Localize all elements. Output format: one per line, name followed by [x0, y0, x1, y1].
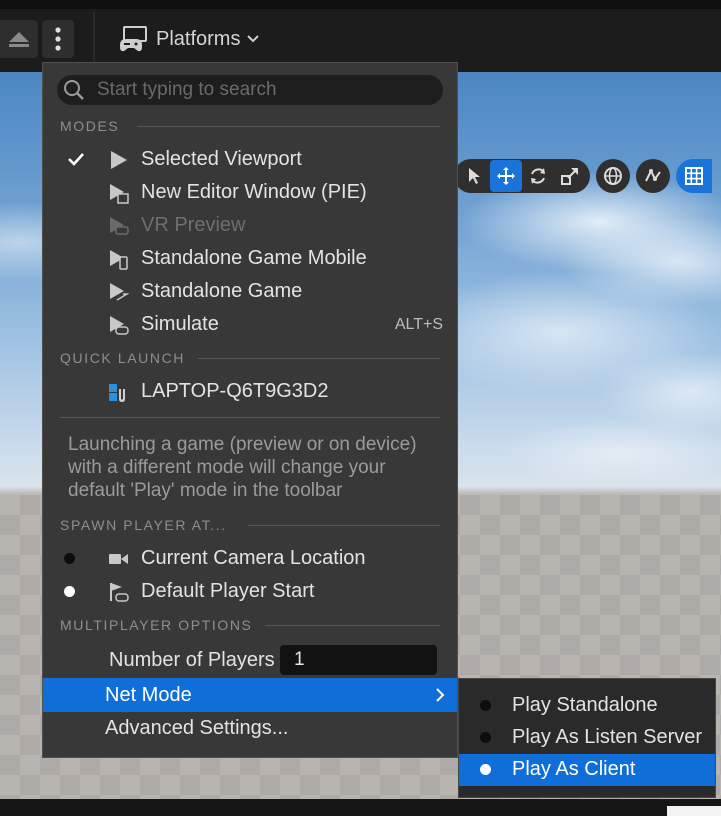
spawn-current-camera[interactable]: Current Camera Location — [43, 542, 457, 575]
mode-selected-viewport[interactable]: Selected Viewport — [43, 143, 457, 176]
shortcut-label: ALT+S — [394, 316, 443, 333]
spawn-label: Current Camera Location — [141, 547, 366, 569]
section-divider — [248, 525, 440, 526]
check-icon — [68, 153, 84, 166]
play-mobile-icon — [110, 250, 128, 270]
translate-icon — [497, 167, 515, 185]
radio-selected-icon — [64, 586, 75, 597]
mode-label: Selected Viewport — [141, 148, 302, 170]
grid-snap-icon — [685, 167, 703, 185]
surface-snapping-button[interactable] — [636, 159, 670, 193]
mode-simulate[interactable]: Simulate ALT+S — [43, 308, 457, 341]
mode-standalone-game[interactable]: Standalone Game — [43, 275, 457, 308]
section-modes-heading: MODES — [60, 118, 120, 134]
toolbar-separator — [93, 12, 95, 64]
title-strip — [0, 0, 721, 9]
player-start-icon — [110, 583, 129, 602]
section-spawn-heading: SPAWN PLAYER AT... — [60, 517, 227, 533]
net-mode-submenu: Play Standalone Play As Listen Server Pl… — [458, 678, 716, 798]
rotate-tool-button[interactable] — [522, 160, 554, 192]
mode-label: New Editor Window (PIE) — [141, 181, 367, 203]
net-mode-option-label: Play As Listen Server — [512, 726, 703, 748]
search-icon — [64, 80, 84, 100]
menu-divider — [60, 417, 440, 418]
net-mode-label: Net Mode — [105, 684, 192, 706]
viewport-transform-toolbar — [454, 159, 712, 193]
platforms-label: Platforms — [156, 27, 241, 50]
section-divider — [198, 358, 440, 359]
platforms-button[interactable]: Platforms — [118, 22, 260, 56]
chevron-right-icon — [436, 688, 445, 702]
net-mode-item[interactable]: Net Mode — [43, 678, 457, 712]
transform-tool-group — [454, 159, 590, 193]
windows-device-icon — [109, 384, 125, 402]
mode-vr-preview[interactable]: VR Preview — [43, 209, 457, 242]
eject-button[interactable] — [0, 20, 38, 58]
mode-standalone-mobile[interactable]: Standalone Game Mobile — [43, 242, 457, 275]
radio-unselected-icon — [64, 553, 75, 564]
section-divider — [265, 625, 440, 626]
scale-tool-button[interactable] — [554, 160, 586, 192]
translate-tool-button[interactable] — [490, 160, 522, 192]
status-bar-widget[interactable] — [667, 806, 721, 816]
world-local-icon — [604, 167, 622, 185]
number-of-players-label: Number of Players — [109, 649, 275, 671]
spawn-label: Default Player Start — [141, 580, 315, 602]
mode-label: Simulate — [141, 313, 219, 335]
bottom-status-bar — [0, 799, 721, 816]
section-quick-launch-heading: QUICK LAUNCH — [60, 350, 185, 366]
play-new-window-icon — [110, 184, 129, 204]
number-of-players-input[interactable] — [280, 645, 437, 675]
radio-unselected-icon — [480, 700, 491, 711]
advanced-settings-item[interactable]: Advanced Settings... — [105, 717, 288, 740]
radio-selected-icon — [480, 764, 491, 775]
scale-icon — [561, 168, 578, 185]
surface-snapping-icon — [645, 168, 661, 182]
mode-label: Standalone Game — [141, 280, 303, 302]
search-placeholder: Start typing to search — [97, 79, 277, 100]
net-mode-option-label: Play As Client — [512, 758, 636, 780]
net-mode-option-label: Play Standalone — [512, 694, 658, 716]
mode-label: VR Preview — [141, 214, 246, 236]
eject-icon — [9, 32, 29, 47]
net-mode-play-standalone[interactable]: Play Standalone — [459, 690, 715, 722]
spawn-default-player-start[interactable]: Default Player Start — [43, 575, 457, 608]
net-mode-play-as-client[interactable]: Play As Client — [459, 754, 715, 786]
radio-unselected-icon — [480, 732, 491, 743]
simulate-icon — [110, 316, 129, 335]
section-multiplayer-heading: MULTIPLAYER OPTIONS — [60, 617, 253, 633]
info-text: Launching a game (preview or on device) … — [68, 434, 417, 501]
platforms-gamepad-icon — [120, 26, 147, 52]
rotate-icon — [531, 168, 545, 184]
play-standalone-icon — [110, 283, 129, 301]
world-local-button[interactable] — [596, 159, 630, 193]
section-divider — [137, 126, 440, 127]
more-options-icon — [55, 27, 61, 51]
more-options-button[interactable] — [42, 20, 74, 58]
menu-search-field[interactable]: Start typing to search — [57, 75, 443, 105]
play-options-menu: Start typing to search MODES Selected Vi… — [42, 62, 458, 758]
play-icon — [111, 151, 127, 169]
net-mode-play-as-listen-server[interactable]: Play As Listen Server — [459, 722, 715, 754]
camera-icon — [109, 554, 128, 564]
mode-label: Standalone Game Mobile — [141, 247, 367, 269]
quick-launch-device[interactable]: LAPTOP-Q6T9G3D2 — [43, 375, 457, 408]
mode-new-editor-window[interactable]: New Editor Window (PIE) — [43, 176, 457, 209]
select-tool-button[interactable] — [458, 160, 490, 192]
grid-snap-button[interactable] — [676, 159, 712, 193]
select-icon — [469, 168, 480, 184]
chevron-down-icon — [247, 35, 260, 43]
play-vr-icon — [110, 217, 129, 235]
device-label: LAPTOP-Q6T9G3D2 — [141, 380, 329, 402]
